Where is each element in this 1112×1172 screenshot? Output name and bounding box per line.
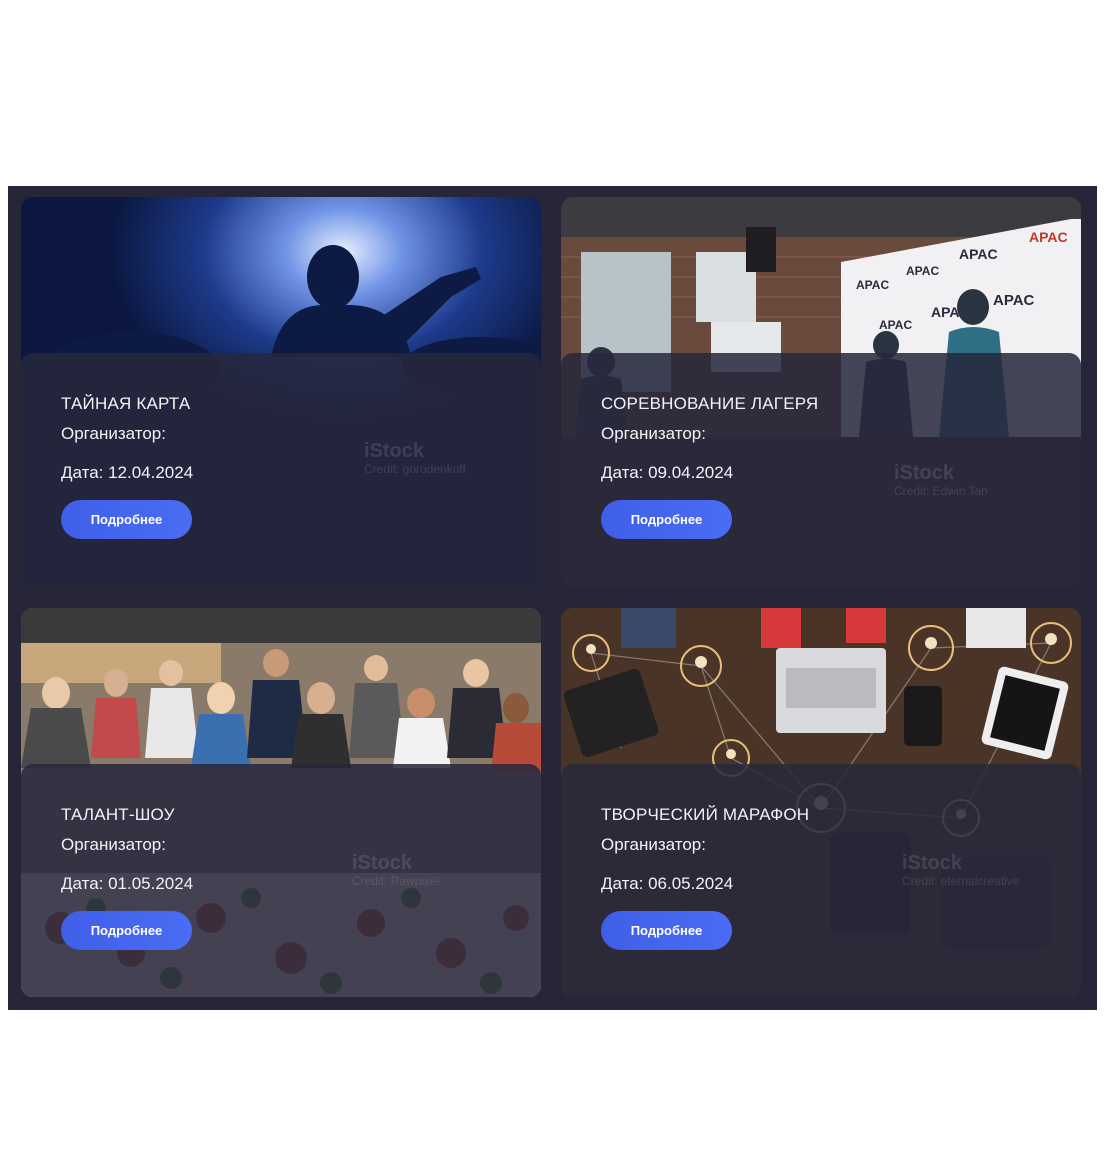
details-button[interactable]: Подробнее — [601, 911, 732, 950]
event-organizer: Организатор: — [601, 835, 706, 854]
watermark-logo: iStock — [902, 852, 963, 874]
photo-watermark: iStock Credit: Rawpixel — [352, 853, 439, 887]
photo-watermark: iStock Credit: eternalcreative — [902, 853, 1019, 887]
details-button[interactable]: Подробнее — [61, 500, 192, 539]
banner-text: APAC — [856, 278, 889, 292]
event-card-tainaya-karta[interactable]: iStock Credit: gorodenkoff ТАЙНАЯ КАРТА … — [21, 197, 541, 586]
details-button[interactable]: Подробнее — [601, 500, 732, 539]
watermark-credit: Credit: gorodenkoff — [364, 462, 466, 476]
watermark-logo: iStock — [364, 440, 425, 462]
photo-watermark: iStock Credit: gorodenkoff — [364, 441, 466, 475]
banner-text: APAC — [993, 292, 1035, 309]
banner-text: APAC — [879, 318, 912, 332]
event-organizer: Организатор: — [601, 424, 706, 443]
event-date: Дата: 01.05.2024 — [61, 874, 194, 893]
banner-text: APAC — [959, 246, 998, 262]
event-date: Дата: 06.05.2024 — [601, 874, 734, 893]
banner-text: APAC — [1029, 229, 1068, 245]
watermark-logo: iStock — [894, 462, 955, 484]
watermark-logo: iStock — [352, 852, 413, 874]
event-title: СОРЕВНОВАНИЕ ЛАГЕРЯ — [601, 394, 819, 413]
event-card-tvorcheskiy-marafon[interactable]: iStock Credit: eternalcreative ТВОРЧЕСКИ… — [561, 608, 1081, 997]
watermark-credit: Credit: eternalcreative — [902, 874, 1020, 888]
event-title: ТВОРЧЕСКИЙ МАРАФОН — [601, 805, 810, 824]
events-panel: iStock Credit: gorodenkoff ТАЙНАЯ КАРТА … — [8, 186, 1097, 1010]
event-organizer: Организатор: — [61, 424, 166, 443]
details-button[interactable]: Подробнее — [61, 911, 192, 950]
event-card-sorevnovanie-lagerya[interactable]: APAC APAC APAC APAC APAC APAC APAC iStoc… — [561, 197, 1081, 586]
event-date: Дата: 12.04.2024 — [61, 463, 194, 482]
event-title: ТАЙНАЯ КАРТА — [61, 394, 191, 413]
event-title: ТАЛАНТ-ШОУ — [61, 805, 175, 824]
watermark-credit: Credit: Rawpixel — [352, 874, 440, 888]
event-organizer: Организатор: — [61, 835, 166, 854]
banner-text: APAC — [906, 264, 939, 278]
event-date: Дата: 09.04.2024 — [601, 463, 734, 482]
event-card-talant-shou[interactable]: iStock Credit: Rawpixel ТАЛАНТ-ШОУ Орган… — [21, 608, 541, 997]
photo-watermark: iStock Credit: Edwin Tan — [894, 463, 988, 497]
watermark-credit: Credit: Edwin Tan — [894, 484, 988, 498]
